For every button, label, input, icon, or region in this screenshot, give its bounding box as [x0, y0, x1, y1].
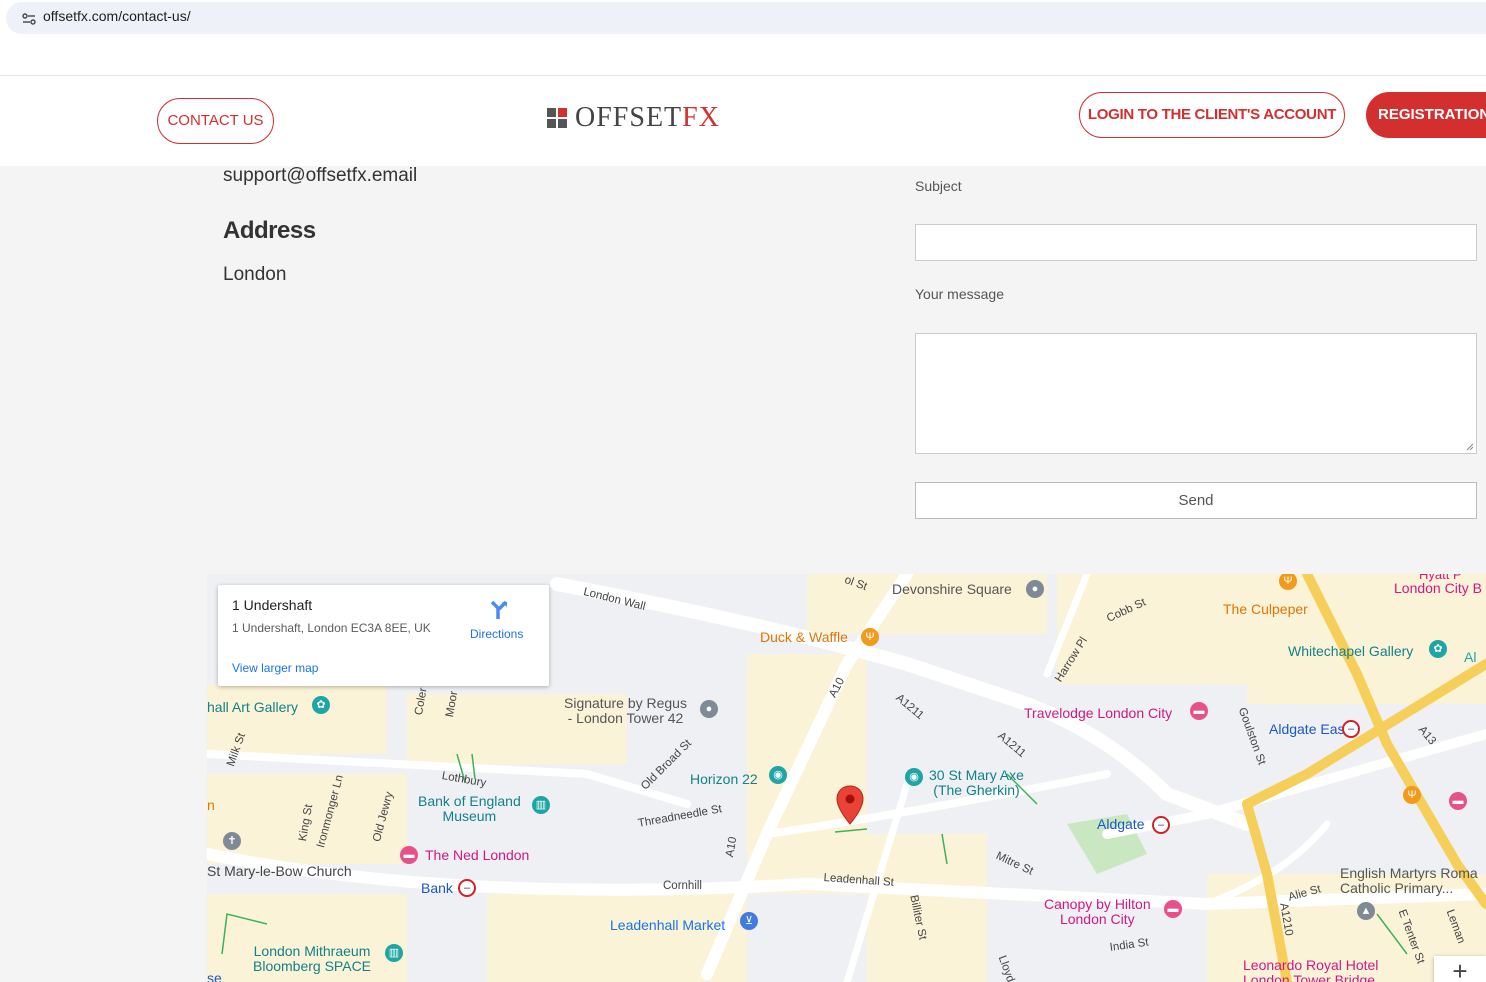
poi-st-mary-le-bow[interactable]: St Mary-le-Bow Church	[207, 864, 352, 879]
directions-link[interactable]: Directions	[470, 627, 523, 641]
poi-london-city-b[interactable]: London City B	[1394, 581, 1482, 596]
registration-button[interactable]: REGISTRATION	[1366, 92, 1486, 138]
camera-icon[interactable]: ◉	[905, 768, 923, 786]
poi-bank-station[interactable]: Bank	[421, 881, 453, 896]
poi-the-ned-london[interactable]: The Ned London	[425, 848, 529, 863]
poi-pin-icon[interactable]: ●	[1026, 580, 1044, 598]
office-pin-icon[interactable]: ●	[700, 700, 718, 718]
address-bar[interactable]: offsetfx.com/contact-us/	[6, 2, 1486, 34]
send-button[interactable]: Send	[915, 482, 1477, 519]
poi-ai-edge[interactable]: Al	[1464, 650, 1476, 665]
site-header: CONTACT US OFFSETFX LOGIN TO THE CLIENT'…	[0, 76, 1486, 166]
poi-leadenhall-market[interactable]: Leadenhall Market	[610, 918, 725, 933]
poi-devonshire-square[interactable]: Devonshire Square	[892, 582, 1012, 597]
poi-signature-regus[interactable]: Signature by Regus - London Tower 42	[564, 696, 687, 726]
poi-london-mithraeum[interactable]: London Mithraeum Bloomberg SPACE	[253, 944, 371, 974]
browser-url-bar: offsetfx.com/contact-us/	[0, 0, 1486, 36]
poi-bank-of-england-museum[interactable]: Bank of England Museum	[418, 794, 521, 824]
support-email[interactable]: support@offsetfx.email	[223, 165, 417, 187]
contact-us-button[interactable]: CONTACT US	[157, 98, 274, 144]
location-marker-icon[interactable]	[836, 785, 864, 825]
hotel-icon[interactable]: ▬	[1449, 792, 1467, 810]
poi-travelodge[interactable]: Travelodge London City	[1024, 706, 1172, 721]
poi-the-culpeper[interactable]: The Culpeper	[1223, 602, 1308, 617]
login-client-account-button[interactable]: LOGIN TO THE CLIENT'S ACCOUNT	[1079, 92, 1345, 138]
message-label: Your message	[915, 286, 1004, 302]
logo-text: OFFSETFX	[575, 102, 720, 133]
poi-leonardo-royal-hotel[interactable]: Leonardo Royal Hotel London Tower Bridge	[1243, 958, 1378, 982]
poi-se-edge[interactable]: se	[207, 971, 222, 982]
logo-mark-icon	[547, 108, 567, 128]
poi-whitechapel-gallery[interactable]: Whitechapel Gallery	[1288, 644, 1413, 659]
underground-icon[interactable]: –	[1342, 720, 1360, 738]
church-icon[interactable]: ✝	[223, 832, 241, 850]
shopping-cart-icon[interactable]: ⊻	[740, 912, 758, 930]
hotel-icon[interactable]: ▬	[1164, 900, 1182, 918]
museum-icon[interactable]: ▥	[532, 796, 550, 814]
poi-duck-waffle[interactable]: Duck & Waffle	[760, 630, 848, 645]
offsetfx-logo[interactable]: OFFSETFX	[547, 102, 720, 133]
site-settings-icon[interactable]	[22, 12, 36, 26]
poi-art-gallery[interactable]: hall Art Gallery	[207, 700, 298, 715]
road-cornhill: Cornhill	[663, 880, 702, 892]
subject-label: Subject	[915, 178, 962, 194]
underground-icon[interactable]: –	[1152, 816, 1170, 834]
address-heading: Address	[223, 217, 316, 244]
poi-aldgate[interactable]: Aldgate	[1097, 817, 1144, 832]
underground-icon[interactable]: –	[458, 879, 476, 897]
poi-n-edge[interactable]: n	[207, 798, 215, 813]
school-icon[interactable]: ▲	[1357, 902, 1375, 920]
url-text[interactable]: offsetfx.com/contact-us/	[43, 8, 191, 24]
subject-input[interactable]	[915, 224, 1477, 261]
gallery-icon[interactable]: ✿	[1429, 640, 1447, 658]
poi-english-martyrs[interactable]: English Martyrs Roma Catholic Primary...	[1340, 866, 1478, 896]
message-textarea[interactable]	[915, 333, 1477, 454]
restaurant-icon[interactable]: Ψ	[861, 628, 879, 646]
poi-canopy-hilton[interactable]: Canopy by Hilton London City	[1044, 897, 1151, 927]
zoom-in-button[interactable]: +	[1434, 956, 1486, 982]
page-top-strip	[0, 36, 1486, 76]
map-place-card: 1 Undershaft 1 Undershaft, London EC3A 8…	[218, 585, 549, 686]
poi-horizon-22[interactable]: Horizon 22	[690, 772, 758, 787]
gallery-icon[interactable]: ✿	[312, 696, 330, 714]
place-name: 1 Undershaft	[232, 597, 313, 613]
hotel-icon[interactable]: ▬	[1190, 702, 1208, 720]
poi-hyatt[interactable]: Hyatt P	[1419, 574, 1462, 582]
hotel-icon[interactable]: ▬	[400, 846, 418, 864]
view-larger-map-link[interactable]: View larger map	[232, 661, 318, 675]
resize-handle-icon[interactable]	[1466, 443, 1474, 451]
place-address: 1 Undershaft, London EC3A 8EE, UK	[232, 621, 431, 635]
museum-icon[interactable]: ▥	[385, 944, 403, 962]
camera-icon[interactable]: ◉	[769, 766, 787, 784]
poi-aldgate-east[interactable]: Aldgate East	[1269, 722, 1348, 737]
address-text: London	[223, 264, 287, 285]
poi-the-gherkin[interactable]: 30 St Mary Axe (The Gherkin)	[929, 768, 1024, 798]
restaurant-icon[interactable]: Ψ	[1403, 786, 1421, 804]
directions-icon[interactable]	[488, 599, 510, 621]
google-map[interactable]: 1 Undershaft 1 Undershaft, London EC3A 8…	[207, 574, 1486, 982]
